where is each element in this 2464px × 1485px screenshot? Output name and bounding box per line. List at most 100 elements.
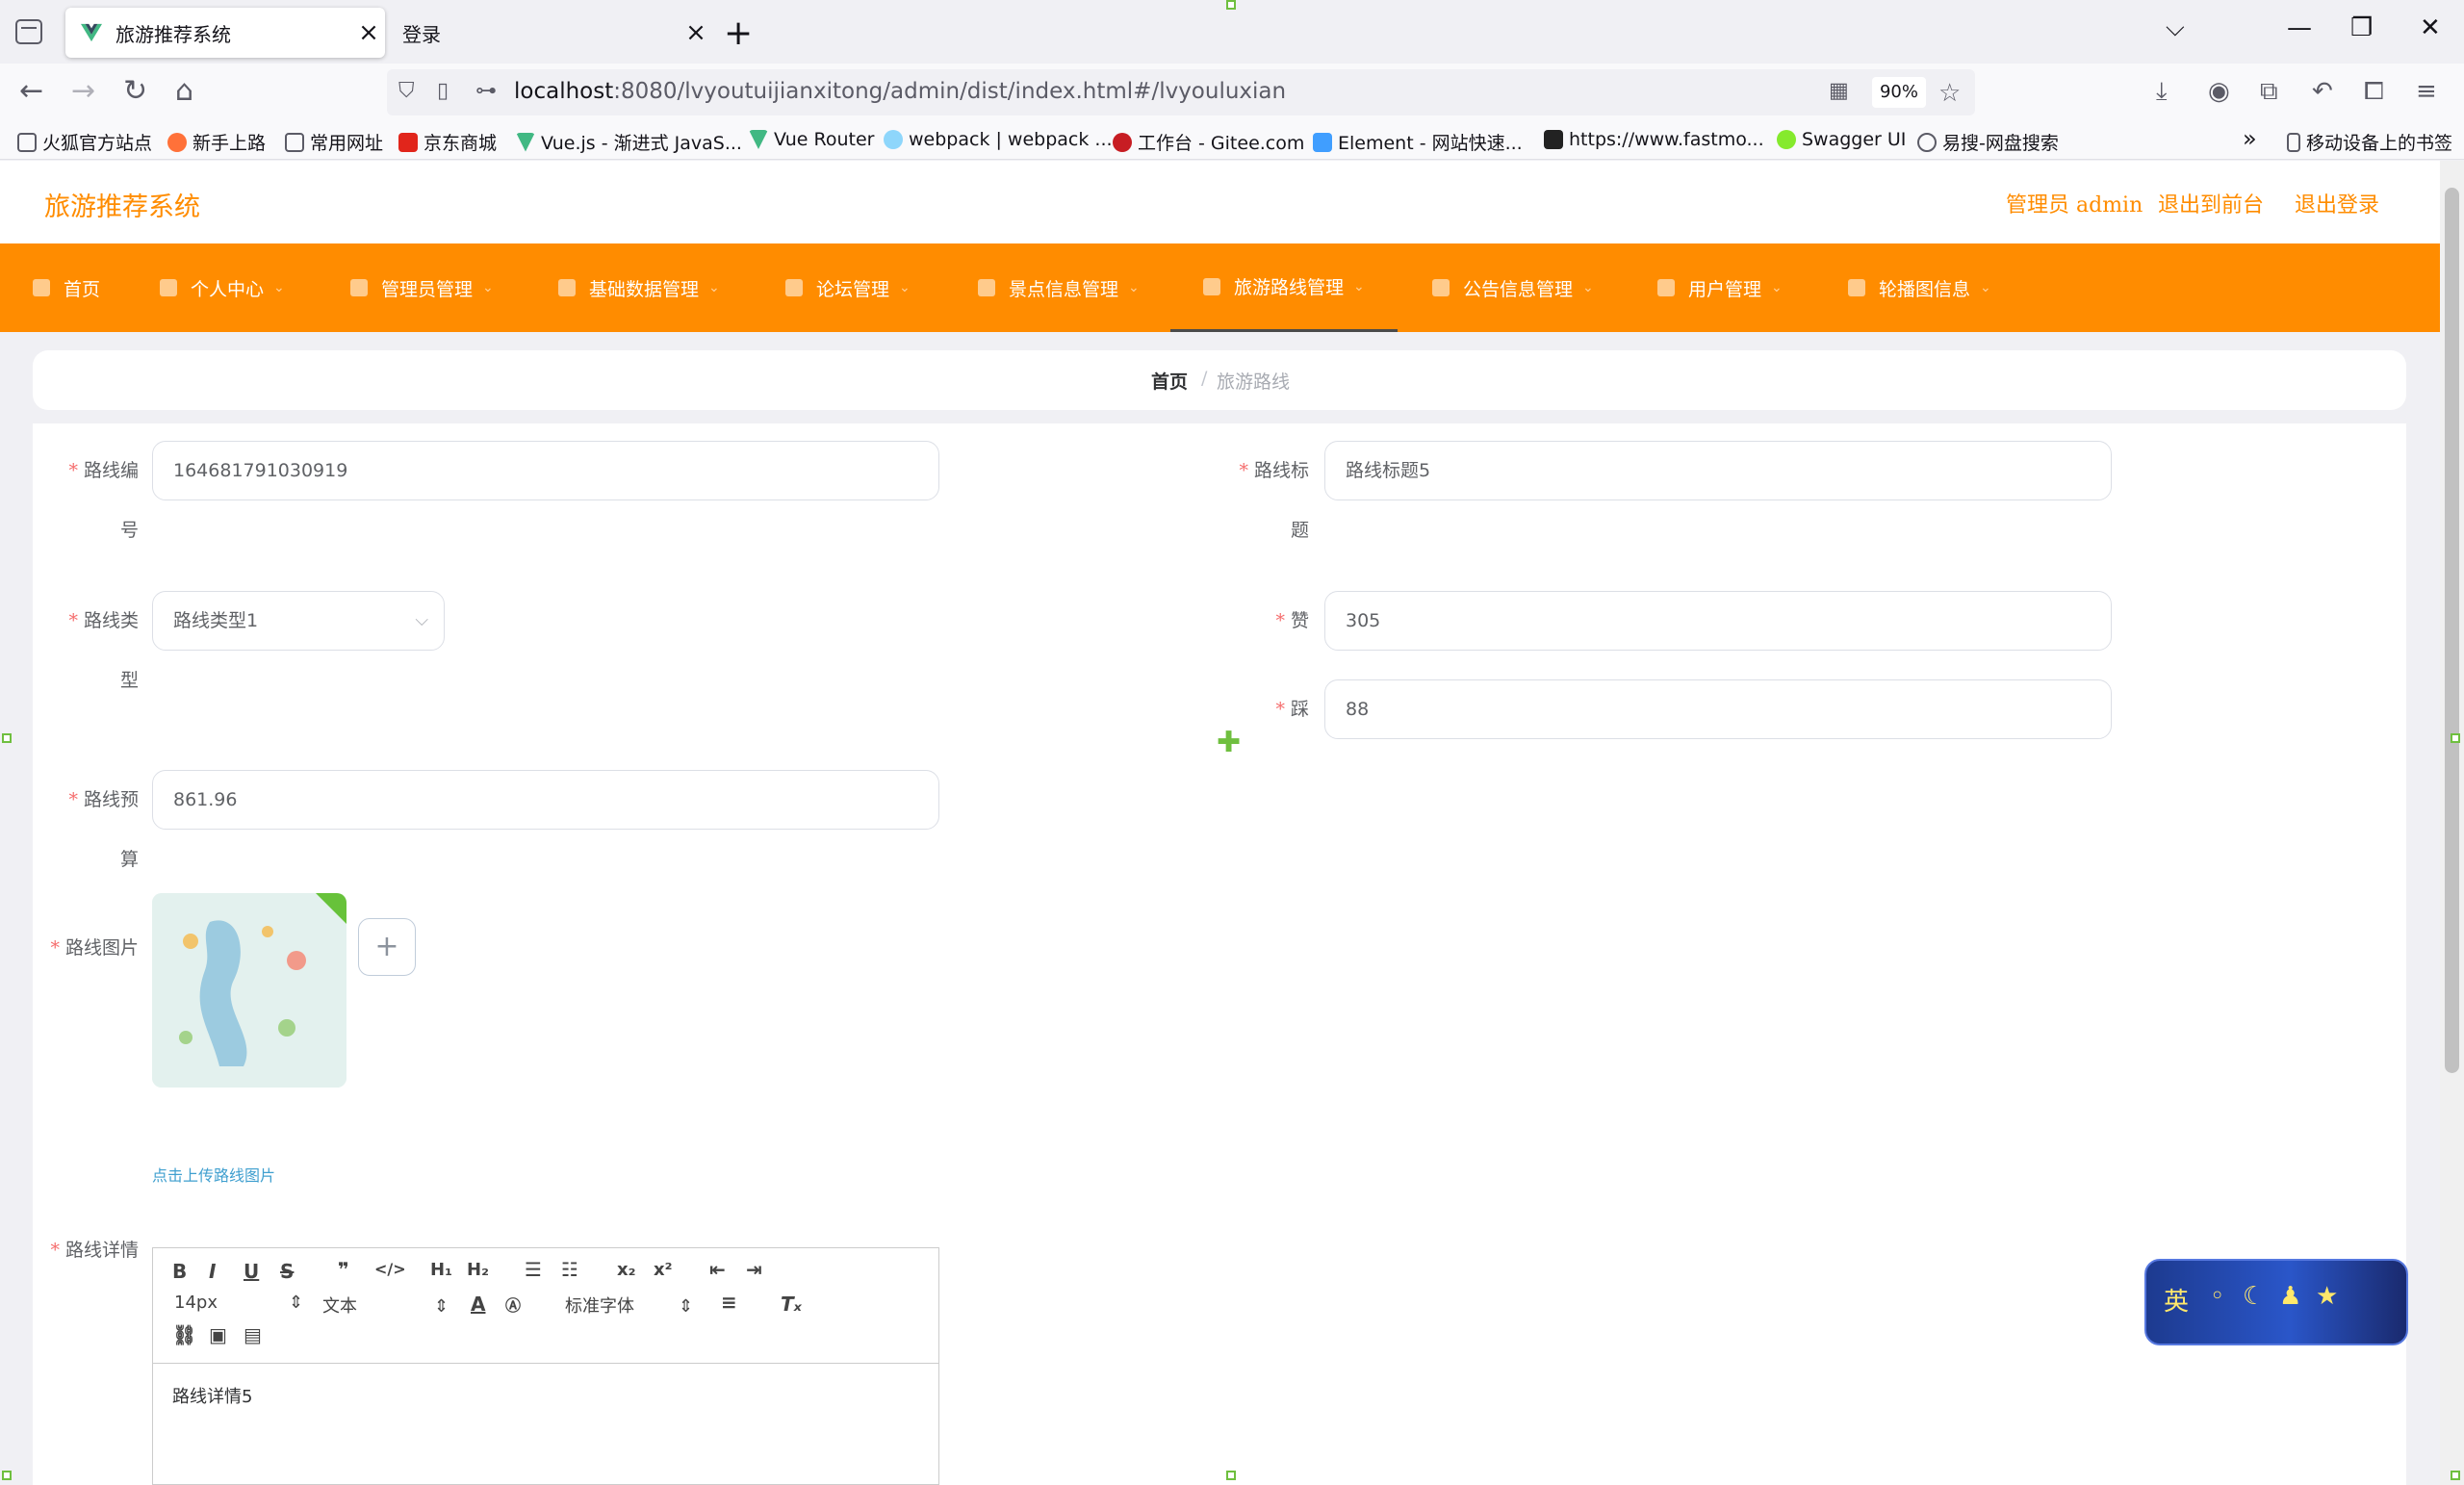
tab-inactive[interactable]: 登录 × [393,8,712,58]
menu-item-home[interactable]: 首页 [33,243,100,332]
account-icon[interactable]: ◉ [2208,77,2230,106]
h1-icon[interactable]: H₁ [430,1260,452,1280]
selection-handle[interactable] [2451,1471,2460,1480]
bookmarks-overflow-icon[interactable]: » [2243,125,2257,152]
budget-input[interactable]: 861.96 [152,770,939,830]
blockquote-icon[interactable]: ❞ [338,1258,349,1281]
likes-input[interactable]: 305 [1324,591,2112,651]
bookmark-item[interactable]: Vue Router [749,129,874,150]
menu-item-base-data[interactable]: 基础数据管理 ⌄ [558,243,720,332]
connection-icon[interactable]: ⊶ [475,79,497,103]
menu-item-forum[interactable]: 论坛管理 ⌄ [785,243,911,332]
close-tab-icon[interactable]: × [352,18,385,47]
zoom-level[interactable]: 90% [1872,77,1926,108]
menu-item-user-manage[interactable]: 用户管理 ⌄ [1657,243,1783,332]
bookmark-item[interactable]: Element - 网站快速... [1313,129,1523,155]
extensions-icon[interactable]: ⧠ [2364,77,2384,107]
bookmark-item[interactable]: 易搜-网盘搜索 [1917,129,2059,155]
punctuation-icon[interactable]: ◦ [2210,1282,2224,1311]
font-size-select[interactable]: 14px ⇕ [174,1293,303,1313]
moon-icon[interactable]: ☾ [2243,1282,2265,1311]
tab-active[interactable]: 旅游推荐系统 × [65,8,385,58]
breadcrumb-home[interactable]: 首页 [1151,368,1188,394]
bookmark-item[interactable]: 常用网址 [285,129,383,155]
align-icon[interactable]: ≡ [721,1291,737,1314]
editor-content[interactable]: 路线详情5 [172,1383,252,1408]
qr-code-icon[interactable]: ▦ [1829,79,1849,103]
mobile-bookmarks[interactable]: 移动设备上的书签 [2287,129,2452,155]
undo-icon[interactable]: ↶ [2312,77,2333,106]
selection-handle[interactable] [1226,0,1236,10]
outdent-icon[interactable]: ⇤ [709,1258,726,1281]
ime-language[interactable]: 英 [2164,1282,2189,1318]
move-cursor-icon[interactable]: ✚ [1217,726,1241,759]
font-color-icon[interactable]: A [471,1293,485,1316]
ordered-list-icon[interactable]: ☰ [525,1258,542,1281]
minimize-icon[interactable]: — [2287,13,2312,42]
h2-icon[interactable]: H₂ [467,1260,489,1280]
italic-icon[interactable]: I [209,1260,216,1283]
route-image-thumbnail[interactable] [152,893,346,1088]
url-text[interactable]: localhost:8080/lvyoutuijianxitong/admin/… [514,79,1286,104]
selection-handle[interactable] [1226,1471,1236,1480]
star-icon[interactable]: ★ [2316,1282,2338,1311]
window-close-icon[interactable]: ✕ [2420,13,2441,42]
rich-text-editor[interactable]: B I U S ❞ </> H₁ H₂ ☰ ☷ x₂ x² ⇤ ⇥ 14px ⇕ … [152,1247,939,1485]
add-image-button[interactable]: + [358,918,416,976]
link-icon[interactable]: ⛓ [172,1323,196,1346]
video-icon[interactable]: ▤ [244,1323,262,1346]
dislikes-input[interactable]: 88 [1324,679,2112,739]
indent-icon[interactable]: ⇥ [746,1258,762,1281]
bookmark-item[interactable]: 火狐官方站点 [17,129,152,155]
selection-handle[interactable] [2,733,12,743]
restore-icon[interactable]: ❐ [2350,13,2373,42]
ime-toolbar[interactable]: 英 ◦ ☾ ♟ ★ [2144,1259,2408,1345]
download-icon[interactable]: ⤓ [2156,77,2168,107]
forward-icon[interactable]: → [71,75,95,108]
bookmark-item[interactable]: https://www.fastmo... [1544,129,1764,150]
strike-icon[interactable]: S [280,1260,294,1283]
new-tab-icon[interactable]: + [724,13,753,53]
logout-link[interactable]: 退出登录 [2295,188,2379,218]
menu-item-travel-route[interactable]: 旅游路线管理 ⌄ [1170,243,1398,332]
bullet-list-icon[interactable]: ☷ [561,1258,578,1281]
bookmark-item[interactable]: 京东商城 [398,129,497,155]
superscript-icon[interactable]: x² [654,1260,673,1280]
close-tab-icon[interactable]: × [680,18,712,47]
menu-item-personal-center[interactable]: 个人中心 ⌄ [160,243,285,332]
bookmark-item[interactable]: webpack | webpack ... [884,129,1113,150]
bookmark-item[interactable]: 工作台 - Gitee.com [1113,129,1304,155]
shield-icon[interactable]: ⛉ [398,79,415,103]
back-icon[interactable]: ← [19,75,43,108]
route-no-input[interactable]: 164681791030919 [152,441,939,500]
route-title-input[interactable]: 路线标题5 [1324,441,2112,500]
menu-icon[interactable]: ≡ [2416,77,2437,106]
bookmark-item[interactable]: 新手上路 [167,129,266,155]
background-color-icon[interactable]: Ⓐ [505,1293,521,1316]
image-icon[interactable]: ▣ [209,1323,227,1346]
skin-icon[interactable]: ♟ [2279,1282,2301,1311]
home-icon[interactable]: ⌂ [175,75,193,108]
menu-item-carousel[interactable]: 轮播图信息 ⌄ [1848,243,1991,332]
underline-icon[interactable]: U [244,1260,259,1283]
route-type-select[interactable]: 路线类型1 ⌵ [152,591,445,651]
reload-icon[interactable]: ↻ [123,75,147,108]
tab-overflow-chevron-icon[interactable]: ⌵ [2166,13,2185,43]
page-scrollbar[interactable] [2440,161,2464,1485]
selection-handle[interactable] [2,1471,12,1480]
subscript-icon[interactable]: x₂ [617,1260,636,1280]
menu-item-notice[interactable]: 公告信息管理 ⌄ [1432,243,1594,332]
menu-item-scenic-spot[interactable]: 景点信息管理 ⌄ [978,243,1140,332]
bold-icon[interactable]: B [172,1260,187,1283]
block-format-select[interactable]: 文本 ⇕ [322,1293,449,1318]
bookmark-item[interactable]: Vue.js - 渐进式 JavaS... [516,129,742,155]
screenshot-icon[interactable]: ⧉ [2260,77,2278,107]
url-bar[interactable]: ⛉ ▯ ⊶ localhost:8080/lvyoutuijianxitong/… [387,69,1975,115]
back-to-front-link[interactable]: 退出到前台 [2158,188,2264,218]
scrollbar-thumb[interactable] [2445,188,2459,1073]
selection-handle[interactable] [2451,733,2460,743]
code-icon[interactable]: </> [374,1260,406,1278]
tab-list-icon[interactable] [15,19,42,44]
menu-item-admin-manage[interactable]: 管理员管理 ⌄ [350,243,494,332]
font-family-select[interactable]: 标准字体 ⇕ [565,1293,693,1318]
